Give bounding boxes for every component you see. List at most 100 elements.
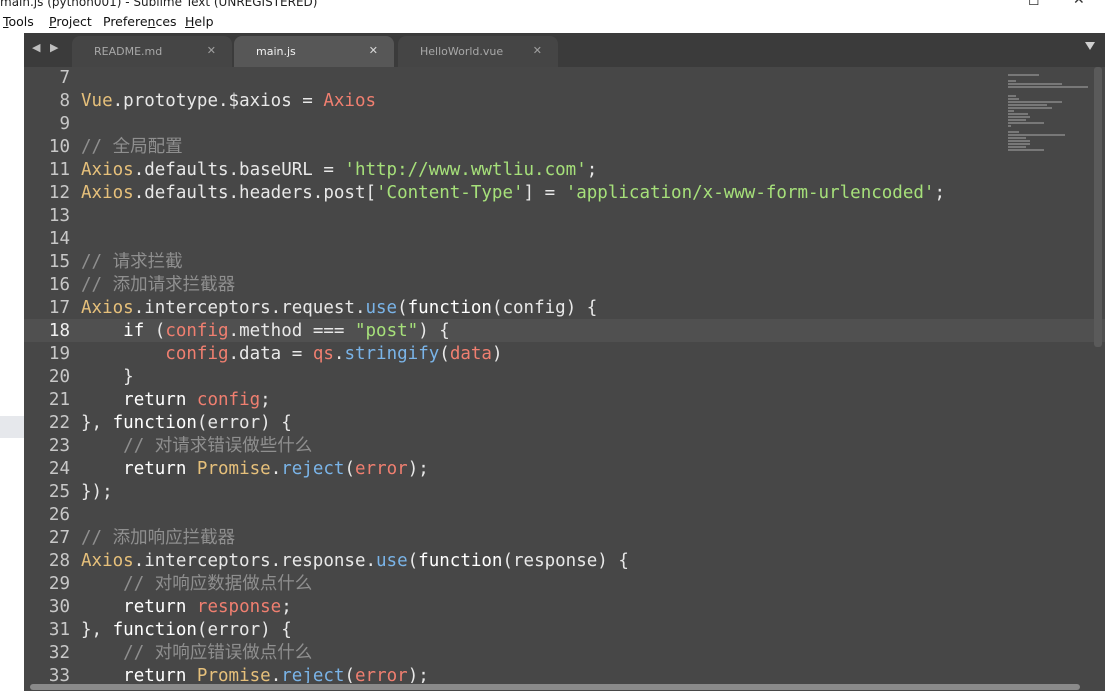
code-token: .data =: [228, 344, 313, 364]
code-line[interactable]: Axios.interceptors.request.use(function(…: [81, 297, 945, 320]
code-token: (error) {: [196, 620, 292, 640]
menu-tools[interactable]: Tools: [3, 14, 34, 29]
code-token: config: [165, 344, 229, 364]
code-token: reject: [281, 459, 345, 479]
code-line[interactable]: return response;: [81, 596, 945, 619]
code-token: function: [112, 413, 197, 433]
tab-main-js[interactable]: main.js ✕: [234, 36, 394, 67]
minimap-line: [1008, 131, 1019, 133]
code-line[interactable]: [81, 113, 945, 136]
menu-help[interactable]: Help: [185, 14, 214, 29]
tab-readme[interactable]: README.md ✕: [72, 36, 232, 67]
minimap-line: [1008, 137, 1026, 139]
code-token: });: [81, 482, 113, 502]
code-line[interactable]: // 对响应数据做点什么: [81, 573, 945, 596]
line-number: 18: [48, 321, 70, 341]
minimap-line: [1008, 116, 1030, 118]
code-token: "post": [354, 321, 419, 341]
tab-list-dropdown-icon[interactable]: [1085, 42, 1095, 50]
line-number: 12: [48, 183, 70, 203]
code-line[interactable]: Axios.defaults.headers.post['Content-Typ…: [81, 182, 945, 205]
code-token: (: [397, 298, 408, 318]
minimap-line: [1008, 74, 1039, 76]
line-number: 23: [48, 436, 70, 456]
code-token: Promise: [196, 459, 271, 479]
code-line[interactable]: // 全局配置: [81, 136, 945, 159]
code-line[interactable]: // 添加请求拦截器: [81, 274, 945, 297]
code-token: // 请求拦截: [81, 252, 183, 272]
code-token: }: [81, 367, 134, 387]
code-line[interactable]: [81, 205, 945, 228]
code-token: prototype: [123, 91, 218, 111]
line-number: 9: [59, 114, 70, 134]
line-number-gutter: 7 8 9 10 11 12 13 14 15 16 17 18 19 20 21 22 23 24 25 26 27 2…: [24, 67, 70, 683]
code-line[interactable]: }, function(error) {: [81, 412, 945, 435]
code-token: .defaults.headers.post[: [133, 183, 377, 203]
code-token: (config) {: [491, 298, 598, 318]
code-line[interactable]: return Promise.reject(error);: [81, 458, 945, 481]
code-token: (response) {: [502, 551, 629, 571]
code-line[interactable]: [81, 228, 945, 251]
horizontal-scrollbar[interactable]: [30, 684, 1080, 690]
code-line[interactable]: config.data = qs.stringify(data): [81, 343, 945, 366]
minimap-line: [1008, 122, 1045, 124]
line-number: 21: [48, 390, 70, 410]
minimap-line: [1008, 86, 1088, 88]
code-line[interactable]: Axios.defaults.baseURL = 'http://www.wwt…: [81, 159, 945, 182]
line-number: 16: [48, 275, 70, 295]
code-line[interactable]: });: [81, 481, 945, 504]
menu-preferences[interactable]: Preferences: [103, 14, 177, 29]
line-number: 20: [48, 367, 70, 387]
minimap[interactable]: [1004, 67, 1094, 167]
minimap-line: [1008, 140, 1030, 142]
code-token: if: [123, 321, 145, 341]
code-token: },: [81, 620, 113, 640]
code-editor[interactable]: 7 8 9 10 11 12 13 14 15 16 17 18 19 20 21 22 23 24 25 26 27 2…: [24, 67, 1105, 683]
background-window-strip: [0, 33, 24, 691]
close-window-icon[interactable]: ✕: [1073, 0, 1085, 9]
tab-close-icon[interactable]: ✕: [207, 44, 216, 57]
code-line[interactable]: // 对请求错误做些什么: [81, 435, 945, 458]
tab-close-icon[interactable]: ✕: [369, 44, 378, 57]
line-number: 7: [59, 68, 70, 88]
code-token: ;: [586, 160, 598, 180]
code-line[interactable]: }: [81, 366, 945, 389]
code-token: // 对请求错误做些什么: [123, 436, 313, 456]
code-line[interactable]: // 添加响应拦截器: [81, 527, 945, 550]
code-line[interactable]: [81, 504, 945, 527]
menu-project[interactable]: Project: [49, 14, 92, 29]
tab-nav-arrows-icon[interactable]: ◀ ▶: [32, 41, 61, 54]
line-number: 28: [48, 551, 70, 571]
maximize-icon[interactable]: ◻: [1028, 0, 1040, 9]
line-number: 27: [48, 528, 70, 548]
code-token: .: [333, 344, 345, 364]
tab-bar: ◀ ▶ README.md ✕ main.js ✕ HelloWorld.vue…: [24, 33, 1105, 67]
line-number: 8: [59, 91, 70, 111]
tab-helloworld-vue[interactable]: HelloWorld.vue ✕: [398, 36, 558, 67]
code-line[interactable]: // 对响应错误做点什么: [81, 642, 945, 665]
code-token: // 对响应数据做点什么: [123, 574, 313, 594]
line-number: 22: [48, 413, 70, 433]
code-line[interactable]: return config;: [81, 389, 945, 412]
code-token: ;: [281, 597, 292, 617]
code-line[interactable]: [81, 67, 945, 90]
tab-close-icon[interactable]: ✕: [533, 44, 542, 57]
code-area[interactable]: Vue.prototype.$axios = Axios // 全局配置 Axio…: [81, 67, 945, 683]
code-token: .: [270, 459, 282, 479]
code-line[interactable]: }, function(error) {: [81, 619, 945, 642]
code-token: return: [123, 459, 187, 479]
code-line[interactable]: return Promise.reject(error);: [81, 665, 945, 683]
code-line[interactable]: if (config.method === "post") {: [81, 320, 945, 343]
code-line[interactable]: Axios.interceptors.response.use(function…: [81, 550, 945, 573]
code-line[interactable]: // 请求拦截: [81, 251, 945, 274]
code-token: Axios: [81, 183, 134, 203]
code-token: ;: [934, 183, 945, 203]
code-line[interactable]: Vue.prototype.$axios = Axios: [81, 90, 945, 113]
code-token: function: [418, 551, 503, 571]
vertical-scrollbar[interactable]: [1094, 67, 1102, 347]
line-number: 31: [48, 620, 70, 640]
window-title: main.js (python001) - Sublime Text (UNRE…: [0, 0, 318, 9]
